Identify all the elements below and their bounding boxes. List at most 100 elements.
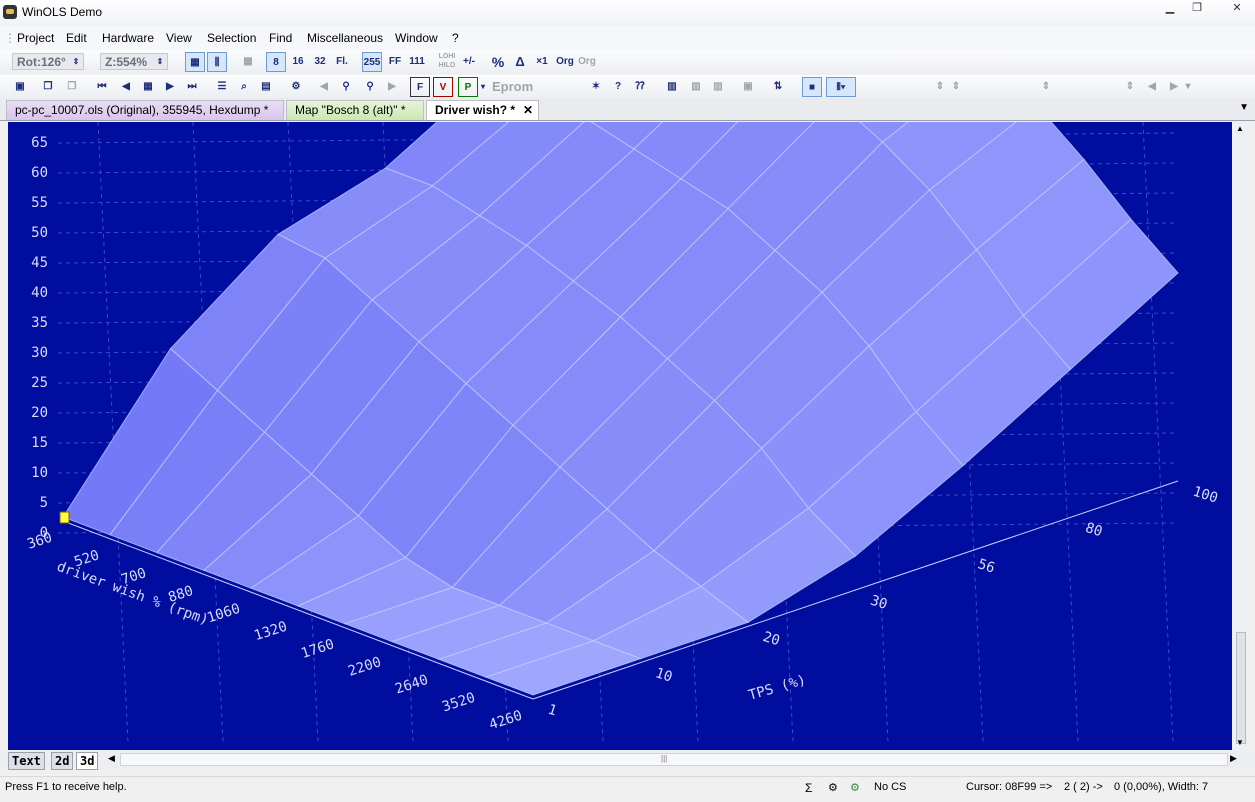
percent-button[interactable]: % [488,52,508,72]
tab-list-dropdown-icon[interactable]: ▼ [1239,102,1249,113]
map-list-icon[interactable]: ☰ [212,77,232,97]
window-title: WinOLS Demo [22,5,103,19]
tab-driver-wish-label: Driver wish? * [435,103,516,117]
rpm-tick-label: 1060 [205,601,242,627]
menu-edit[interactable]: Edit [66,31,87,45]
next-hit-icon[interactable]: ▶ [382,77,402,97]
menu-find[interactable]: Find [269,31,292,45]
last-map-icon[interactable]: ⏭ [182,77,202,97]
rpm-tick-label: 2640 [393,672,430,698]
next-map-icon[interactable]: ▶ [160,77,180,97]
chart-tool3-icon[interactable]: ▥ [708,77,728,97]
vertical-scroll-thumb[interactable] [1236,632,1246,744]
bin-111-button[interactable]: 111 [407,52,427,72]
find-next-icon[interactable]: ⚲ [360,77,380,97]
sort-icon[interactable]: ⇅ [768,77,788,97]
menu-help[interactable]: ? [452,31,459,45]
spinner-b-icon[interactable]: ⇕ [946,77,966,97]
map-table-icon[interactable]: ▦ [138,77,158,97]
menu-window[interactable]: Window [395,31,438,45]
view-split-icon[interactable]: ⫼ [207,52,227,72]
spinner-d-icon[interactable]: ⇕ [1120,77,1140,97]
window-copy-icon[interactable]: ❐ [62,77,82,97]
tab-map-bosch[interactable]: Map "Bosch 8 (alt)" * [286,100,424,120]
status-bar: Press F1 to receive help. Σ ⚙ ⚙ No CS Cu… [0,776,1255,799]
menu-view[interactable]: View [166,31,192,45]
vertical-scrollbar[interactable]: ▲ ▼ [1233,122,1249,750]
window-new-icon[interactable]: ❐ [38,77,58,97]
columns-dropdown-icon[interactable]: ⫴▾ [826,77,856,97]
zoom-spinner-icon[interactable]: ⇕ [154,52,166,72]
factor-button[interactable]: ×1 [532,52,552,72]
tab-3d-view[interactable]: 3d [76,752,99,770]
nav-right-icon[interactable]: ▶ [1164,77,1184,97]
grid-icon[interactable]: ▦ [238,52,258,72]
map-properties-icon[interactable]: ▤ [256,77,276,97]
float-button[interactable]: Fl. [332,52,352,72]
chart-tool2-icon[interactable]: ▥ [686,77,706,97]
p-button-icon[interactable]: P [458,77,478,97]
v-button-icon[interactable]: V [433,77,453,97]
surface-chart[interactable]: 0510152025303540455055606536052070088010… [8,122,1232,750]
dec-255-button[interactable]: 255 [362,52,382,72]
maximize-button[interactable]: ❐ [1184,0,1210,17]
context-help-icon[interactable]: ⁇ [630,77,650,97]
tab-hexdump[interactable]: pc-pc_10007.ols (Original), 355945, Hexd… [6,100,284,120]
close-tab-icon[interactable]: ✕ [523,101,533,120]
scroll-up-icon[interactable]: ▲ [1236,124,1244,133]
menu-selection[interactable]: Selection [207,31,256,45]
hex-ff-button[interactable]: FF [385,52,405,72]
f-button-icon[interactable]: F [410,77,430,97]
prev-hit-icon[interactable]: ◀ [314,77,334,97]
map-finder-icon[interactable]: ⚙ [286,77,306,97]
original-compare-button[interactable]: Org [576,52,598,72]
scroll-left-icon[interactable]: ◀ [108,753,115,764]
menu-hardware[interactable]: Hardware [102,31,154,45]
spinner-c-icon[interactable]: ⇕ [1036,77,1056,97]
eprom-button[interactable]: Eprom [492,77,552,97]
toolbar-overflow-icon[interactable]: ▾ [1182,77,1194,97]
scroll-grip-icon[interactable]: ||| [661,754,667,763]
delta-button[interactable]: Δ [510,52,530,72]
original-button[interactable]: Org [554,52,576,72]
minimize-button[interactable]: ▁ [1157,0,1183,17]
menu-miscellaneous[interactable]: Miscellaneous [307,31,383,45]
lohi-button[interactable]: LOHI HILO [436,52,458,72]
tps-tick-label: 80 [1083,520,1104,540]
tps-tick-label: 100 [1191,484,1220,507]
tool-wand-icon[interactable]: ✶ [586,77,606,97]
z-tick-label: 25 [31,375,48,391]
nav-left-icon[interactable]: ◀ [1142,77,1162,97]
sign-button[interactable]: +/- [459,52,479,72]
z-tick-label: 65 [31,135,48,151]
menu-project[interactable]: Project [17,31,54,45]
horizontal-scrollbar[interactable]: ||| [120,753,1228,766]
prev-map-icon[interactable]: ◀ [116,77,136,97]
p-dropdown-icon[interactable]: ▾ [478,77,488,97]
map-3d-view[interactable]: 0 5 10 15 20 25 30 35 40 45 50 55 60 65 360 520 700 880 10… [8,122,1232,750]
chart-tool-icon[interactable]: ▥ [662,77,682,97]
layers-icon[interactable]: ▣ [738,77,758,97]
toolbar-navigation: ▣ ❐ ❐ ⏮ ◀ ▦ ▶ ⏭ ☰ ⌕ ▤ ⚙ ◀ ⚲ ⚲ ▶ F V P ▾ … [0,75,1255,99]
tab-2d-view[interactable]: 2d [51,752,74,770]
find-prev-icon[interactable]: ⚲ [336,77,356,97]
rotation-spinner-icon[interactable]: ⇕ [70,52,82,72]
bit32-button[interactable]: 32 [310,52,330,72]
color-palette-icon[interactable]: ■ [802,77,822,97]
hardware-icon[interactable]: ▣ [10,77,30,97]
tab-text-view[interactable]: Text [8,752,45,770]
bit16-button[interactable]: 16 [288,52,308,72]
bit8-button[interactable]: 8 [266,52,286,72]
rpm-tick-label: 1320 [252,619,289,645]
first-map-icon[interactable]: ⏮ [92,77,112,97]
z-tick-label: 5 [40,495,48,511]
tps-tick-label: 20 [761,629,782,649]
back-gridline [1142,122,1174,743]
close-window-button[interactable]: ✕ [1222,0,1252,17]
help-icon[interactable]: ? [608,77,628,97]
tab-driver-wish[interactable]: Driver wish? * ✕ [426,100,539,120]
zoom-map-icon[interactable]: ⌕ [234,77,254,97]
view-mode-icon[interactable]: ▦ [185,52,205,72]
scroll-right-icon[interactable]: ▶ [1230,753,1237,764]
scroll-down-icon[interactable]: ▼ [1236,738,1244,747]
